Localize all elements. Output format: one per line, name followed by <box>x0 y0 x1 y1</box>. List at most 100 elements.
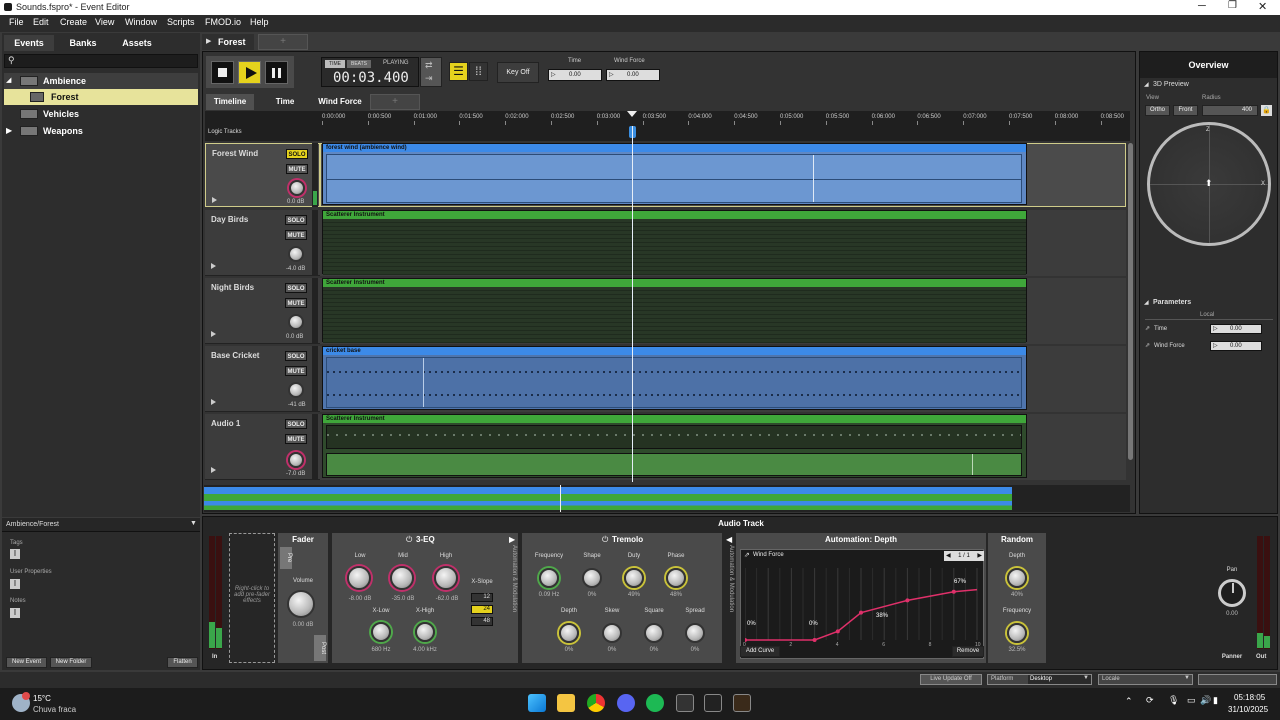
spotify-icon[interactable] <box>646 694 664 712</box>
pan-knob[interactable] <box>1218 579 1246 607</box>
solo-button[interactable]: SOLO <box>285 351 307 361</box>
solo-button[interactable]: SOLO <box>285 215 307 225</box>
loop-icon[interactable]: ⇄ <box>425 60 433 71</box>
instrument-base-cricket[interactable]: cricket base <box>322 346 1027 410</box>
mute-button[interactable]: MUTE <box>286 164 308 174</box>
param-wind-value[interactable]: ▷ 0.00 <box>606 69 660 81</box>
tab-events[interactable]: Events <box>4 35 54 51</box>
tree-item-weapons[interactable]: ▶ Weapons <box>4 123 198 139</box>
collapse-left-icon[interactable]: ◀ <box>726 535 732 544</box>
solo-button[interactable]: SOLO <box>285 419 307 429</box>
solo-button[interactable]: SOLO <box>286 149 308 159</box>
volume-knob[interactable] <box>288 382 304 398</box>
new-folder-button[interactable]: New Folder <box>50 657 92 668</box>
menu-create[interactable]: Create <box>60 17 87 27</box>
eq-xhigh-knob[interactable] <box>415 622 435 642</box>
power-icon[interactable]: ⏻ <box>406 535 412 545</box>
instrument-forest-wind[interactable]: forest wind (ambience wind) <box>322 143 1027 205</box>
edit-notes-icon[interactable]: I <box>10 608 20 618</box>
chevron-right-icon[interactable]: ▶ <box>977 551 982 561</box>
fader-volume-knob[interactable] <box>287 590 315 618</box>
sync-icon[interactable]: ⟳ <box>1146 695 1154 706</box>
eq-automation-label[interactable]: Automation & Modulation <box>507 545 517 663</box>
chevron-down-icon[interactable]: ◢ <box>6 73 11 89</box>
mute-button[interactable]: MUTE <box>285 366 307 376</box>
chevron-down-icon[interactable]: ▼ <box>1184 675 1190 681</box>
radius-input[interactable]: 400 <box>1202 105 1258 116</box>
search-input[interactable]: ⚲ <box>4 54 198 68</box>
new-event-button[interactable]: New Event <box>6 657 47 668</box>
automation-curve[interactable] <box>745 564 983 646</box>
param-time-value[interactable]: ▷ 0.00 <box>548 69 602 81</box>
tremolo-square-knob[interactable] <box>644 623 664 643</box>
track-night-birds[interactable]: Night Birds SOLO MUTE 0.0 dB <box>205 278 320 344</box>
eq-high-knob[interactable] <box>434 566 458 590</box>
post-tab[interactable]: Post <box>314 635 326 661</box>
close-icon[interactable]: ✕ <box>1258 0 1267 13</box>
mute-button[interactable]: MUTE <box>285 230 307 240</box>
random-frequency-knob[interactable] <box>1007 623 1027 643</box>
chevron-down-icon[interactable]: ▼ <box>1083 675 1089 681</box>
slope-12-button[interactable]: 12 <box>471 593 493 602</box>
eq-xlow-knob[interactable] <box>371 622 391 642</box>
eq-low-knob[interactable] <box>347 566 371 590</box>
discord-icon[interactable] <box>617 694 635 712</box>
play-button[interactable] <box>238 61 261 84</box>
live-update-toggle[interactable]: Live Update Off <box>920 674 982 685</box>
expand-icon[interactable] <box>211 399 216 405</box>
app-icon[interactable] <box>733 694 751 712</box>
weather-icon[interactable] <box>12 692 30 712</box>
windows-start-icon[interactable] <box>528 694 546 712</box>
volume-knob[interactable] <box>288 246 304 262</box>
slope-48-button[interactable]: 48 <box>471 617 493 626</box>
chevron-up-icon[interactable]: ⌃ <box>1125 696 1133 707</box>
volume-icon[interactable]: 🔊 <box>1200 695 1211 706</box>
instrument-day-birds[interactable]: Scatterer Instrument <box>322 210 1027 275</box>
track-forest-wind[interactable]: Forest Wind SOLO MUTE 0.0 dB <box>205 143 320 207</box>
tree-item-vehicles[interactable]: Vehicles <box>4 106 198 122</box>
track-audio-1[interactable]: Audio 1 SOLO MUTE -7.0 dB <box>205 414 320 480</box>
solo-button[interactable]: SOLO <box>285 283 307 293</box>
expand-icon[interactable] <box>211 331 216 337</box>
slope-24-button[interactable]: 24 <box>471 605 493 614</box>
instrument-night-birds[interactable]: Scatterer Instrument <box>322 278 1027 343</box>
battery-icon[interactable]: ▮ <box>1213 695 1218 706</box>
tree-item-forest[interactable]: Forest <box>4 89 198 105</box>
chevron-down-icon[interactable]: ◢ <box>1144 299 1149 306</box>
network-icon[interactable]: ▭ <box>1187 695 1196 706</box>
expand-right-icon[interactable]: ▶ <box>509 535 515 544</box>
overview-param-wind-value[interactable]: ▷ 0.00 <box>1210 341 1262 351</box>
chevron-right-icon[interactable]: ▶ <box>6 123 12 139</box>
expand-icon[interactable] <box>211 263 216 269</box>
beats-mode-button[interactable]: BEATS <box>347 60 371 68</box>
tremolo-spread-knob[interactable] <box>685 623 705 643</box>
automation-point[interactable] <box>859 610 863 615</box>
tremolo-duty-knob[interactable] <box>624 568 644 588</box>
tab-banks[interactable]: Banks <box>58 35 108 51</box>
tab-timeline[interactable]: Timeline <box>206 94 254 110</box>
playhead-marker-icon[interactable] <box>627 111 637 117</box>
pause-button[interactable] <box>265 61 288 84</box>
automation-point[interactable] <box>835 629 840 634</box>
menu-window[interactable]: Window <box>125 17 157 27</box>
expand-icon[interactable] <box>212 197 217 203</box>
prefader-drop-zone[interactable]: Right-click to add pre-fader effects <box>229 533 275 663</box>
add-curve-button[interactable]: Add Curve <box>740 646 780 657</box>
tremolo-phase-knob[interactable] <box>666 568 686 588</box>
menu-scripts[interactable]: Scripts <box>167 17 195 27</box>
timeline-overview-strip[interactable] <box>204 485 1130 512</box>
stop-button[interactable] <box>211 61 234 84</box>
random-depth-knob[interactable] <box>1007 568 1027 588</box>
tab-forest[interactable]: ▶ Forest <box>202 34 254 50</box>
instrument-audio-1[interactable]: Scatterer Instrument <box>322 414 1027 478</box>
platform-selector[interactable]: Platform Desktop ▼ <box>987 674 1092 685</box>
list-view-button[interactable]: ☰ <box>449 62 468 81</box>
tab-wind-force[interactable]: Wind Force <box>314 94 366 110</box>
tab-assets[interactable]: Assets <box>112 35 162 51</box>
grid-view-button[interactable]: ⁞⁞ <box>469 62 488 81</box>
overview-param-time-value[interactable]: ▷ 0.00 <box>1210 324 1262 334</box>
tremolo-automation-label[interactable]: Automation & Modulation <box>724 545 734 663</box>
edit-properties-icon[interactable]: I <box>10 579 20 589</box>
loop-toggle-group[interactable]: ⇄ ⇥ <box>420 57 442 87</box>
3d-preview-sphere[interactable]: Z X ⬆ <box>1147 122 1271 246</box>
